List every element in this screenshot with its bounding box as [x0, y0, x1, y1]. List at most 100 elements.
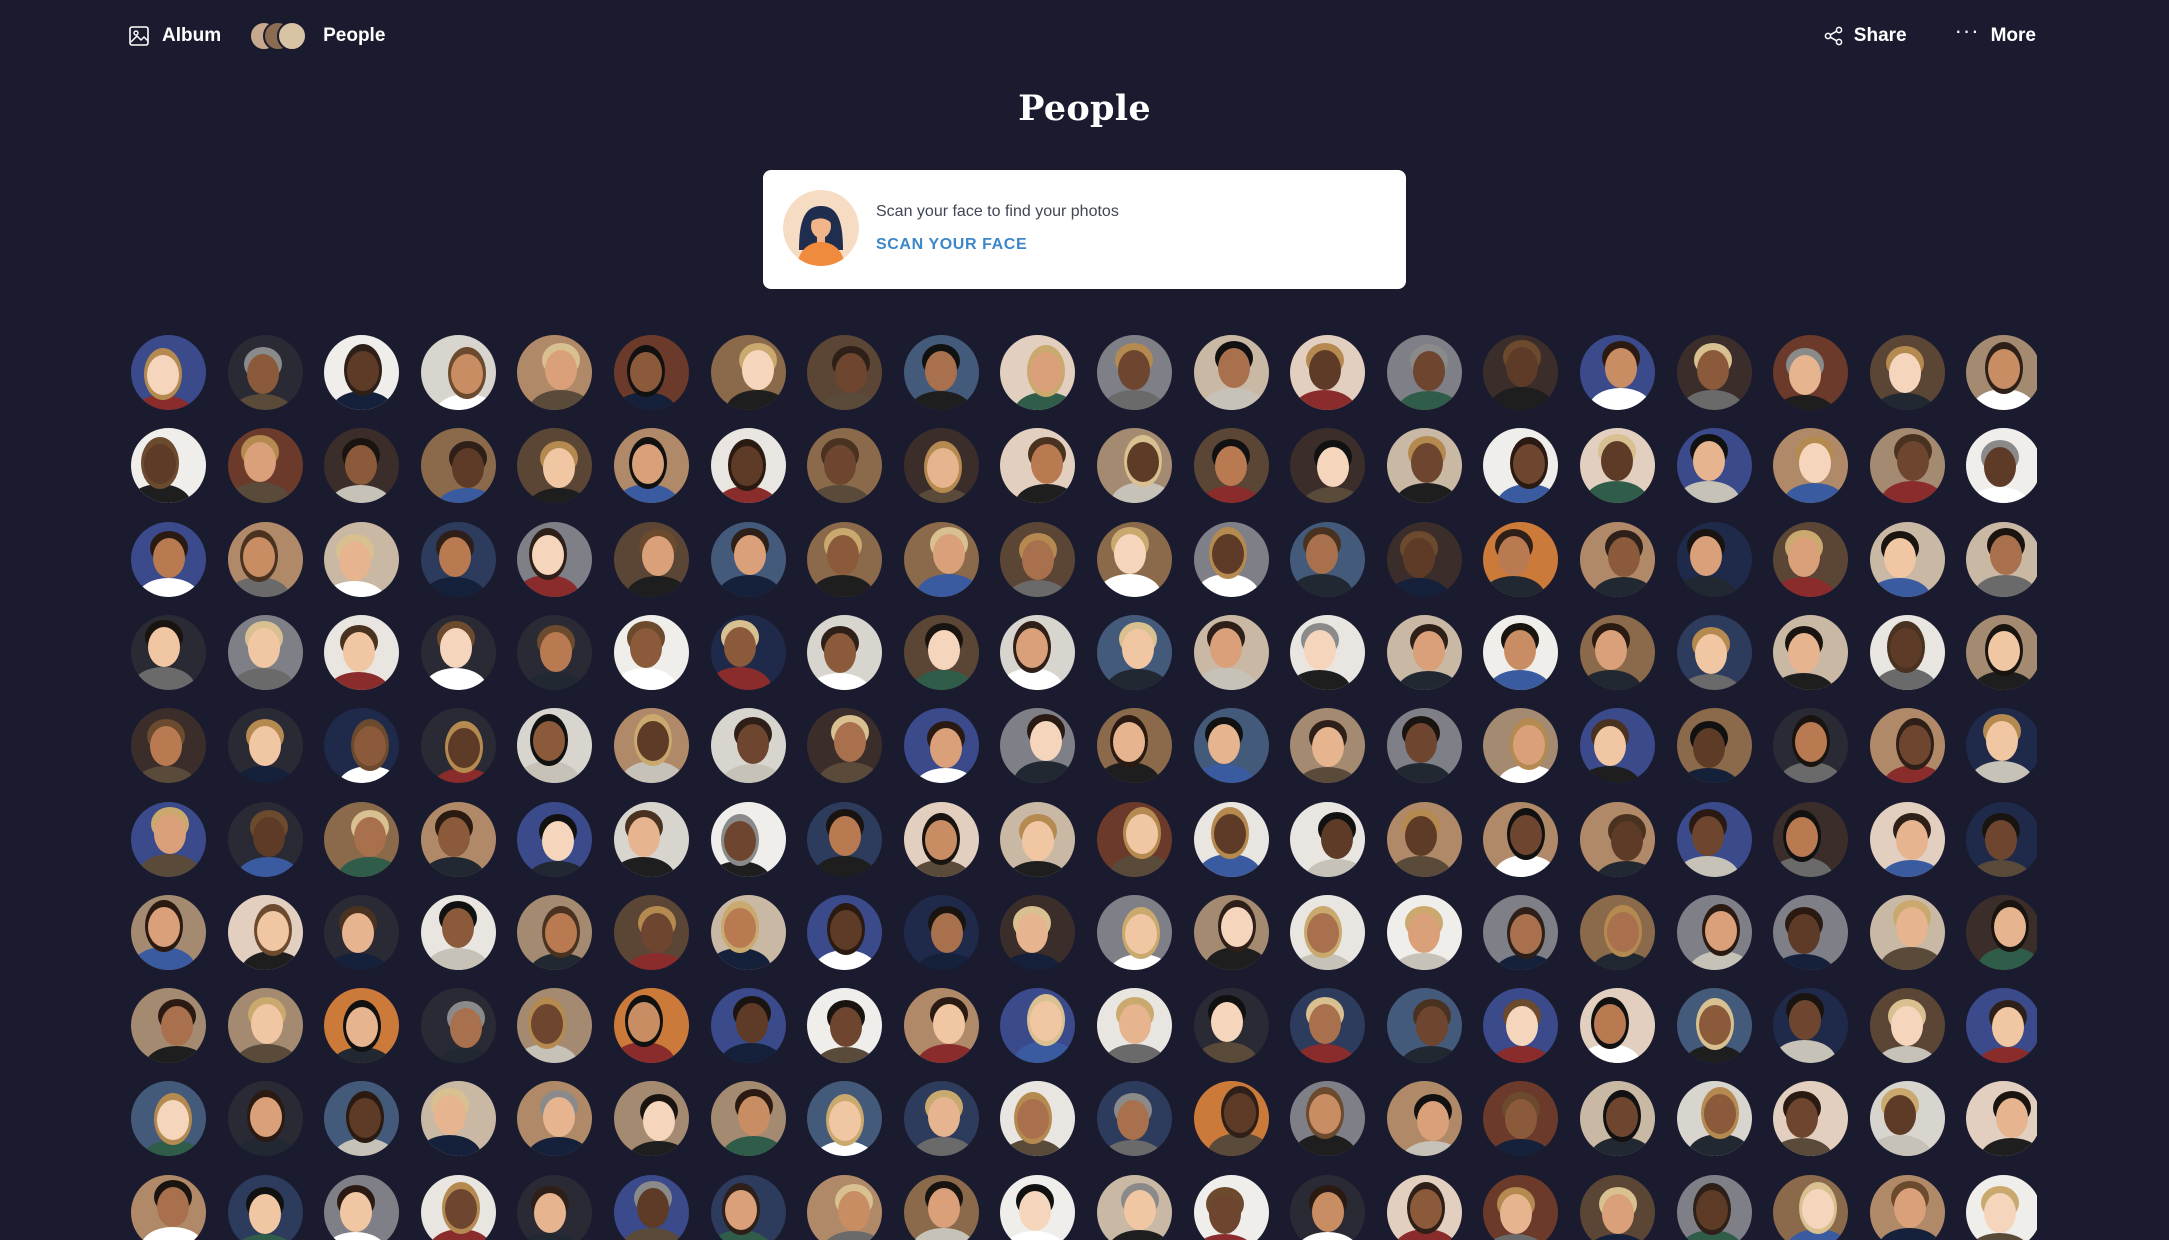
person-face-thumbnail[interactable]: [1483, 428, 1559, 504]
person-face-thumbnail[interactable]: [1483, 801, 1559, 877]
person-face-thumbnail[interactable]: [1676, 988, 1752, 1064]
person-face-thumbnail[interactable]: [1193, 988, 1269, 1064]
person-face-thumbnail[interactable]: [710, 614, 786, 690]
person-face-thumbnail[interactable]: [1386, 708, 1462, 784]
person-face-thumbnail[interactable]: [227, 614, 303, 690]
scan-face-button[interactable]: SCAN YOUR FACE: [876, 236, 1027, 254]
person-face-thumbnail[interactable]: [1097, 428, 1172, 504]
person-face-thumbnail[interactable]: [903, 614, 979, 690]
person-face-thumbnail[interactable]: [131, 521, 206, 597]
person-face-thumbnail[interactable]: [903, 335, 979, 410]
person-face-thumbnail[interactable]: [1290, 335, 1366, 410]
person-face-thumbnail[interactable]: [227, 708, 303, 784]
person-face-thumbnail[interactable]: [1386, 894, 1462, 970]
person-face-thumbnail[interactable]: [807, 521, 883, 597]
person-face-thumbnail[interactable]: [1000, 801, 1076, 877]
person-face-thumbnail[interactable]: [1000, 708, 1076, 784]
person-face-thumbnail[interactable]: [420, 801, 496, 877]
person-face-thumbnail[interactable]: [1869, 894, 1945, 970]
person-face-thumbnail[interactable]: [420, 335, 496, 410]
person-face-thumbnail[interactable]: [1580, 428, 1655, 504]
person-face-thumbnail[interactable]: [227, 988, 303, 1064]
person-face-thumbnail[interactable]: [1773, 428, 1849, 504]
person-face-thumbnail[interactable]: [1000, 894, 1076, 970]
person-face-thumbnail[interactable]: [1386, 335, 1462, 410]
person-face-thumbnail[interactable]: [1966, 708, 2037, 784]
person-face-thumbnail[interactable]: [1193, 708, 1269, 784]
person-face-thumbnail[interactable]: [1676, 428, 1752, 504]
person-face-thumbnail[interactable]: [1386, 521, 1462, 597]
person-face-thumbnail[interactable]: [1193, 801, 1269, 877]
person-face-thumbnail[interactable]: [517, 614, 593, 690]
person-face-thumbnail[interactable]: [1000, 1081, 1076, 1157]
person-face-thumbnail[interactable]: [1580, 614, 1655, 690]
person-face-thumbnail[interactable]: [517, 521, 593, 597]
person-face-thumbnail[interactable]: [903, 428, 979, 504]
person-face-thumbnail[interactable]: [807, 614, 883, 690]
person-face-thumbnail[interactable]: [903, 521, 979, 597]
person-face-thumbnail[interactable]: [131, 1174, 206, 1240]
person-face-thumbnail[interactable]: [227, 894, 303, 970]
person-face-thumbnail[interactable]: [1580, 894, 1655, 970]
person-face-thumbnail[interactable]: [807, 708, 883, 784]
person-face-thumbnail[interactable]: [1483, 335, 1559, 410]
person-face-thumbnail[interactable]: [1000, 614, 1076, 690]
person-face-thumbnail[interactable]: [517, 988, 593, 1064]
person-face-thumbnail[interactable]: [131, 1081, 206, 1157]
person-face-thumbnail[interactable]: [807, 988, 883, 1064]
person-face-thumbnail[interactable]: [1000, 428, 1076, 504]
person-face-thumbnail[interactable]: [1193, 428, 1269, 504]
person-face-thumbnail[interactable]: [1773, 894, 1849, 970]
person-face-thumbnail[interactable]: [1676, 708, 1752, 784]
person-face-thumbnail[interactable]: [1869, 614, 1945, 690]
person-face-thumbnail[interactable]: [131, 801, 206, 877]
person-face-thumbnail[interactable]: [1773, 988, 1849, 1064]
person-face-thumbnail[interactable]: [1290, 521, 1366, 597]
person-face-thumbnail[interactable]: [1290, 428, 1366, 504]
person-face-thumbnail[interactable]: [710, 1174, 786, 1240]
person-face-thumbnail[interactable]: [324, 614, 400, 690]
person-face-thumbnail[interactable]: [1966, 1174, 2037, 1240]
person-face-thumbnail[interactable]: [1676, 801, 1752, 877]
person-face-thumbnail[interactable]: [1386, 614, 1462, 690]
person-face-thumbnail[interactable]: [807, 335, 883, 410]
person-face-thumbnail[interactable]: [1773, 1081, 1849, 1157]
person-face-thumbnail[interactable]: [517, 1081, 593, 1157]
person-face-thumbnail[interactable]: [1097, 614, 1172, 690]
person-face-thumbnail[interactable]: [1966, 801, 2037, 877]
person-face-thumbnail[interactable]: [1773, 1174, 1849, 1240]
person-face-thumbnail[interactable]: [1676, 614, 1752, 690]
person-face-thumbnail[interactable]: [1000, 335, 1076, 410]
person-face-thumbnail[interactable]: [614, 521, 689, 597]
person-face-thumbnail[interactable]: [1483, 988, 1559, 1064]
person-face-thumbnail[interactable]: [517, 428, 593, 504]
person-face-thumbnail[interactable]: [1290, 988, 1366, 1064]
person-face-thumbnail[interactable]: [1290, 1174, 1366, 1240]
person-face-thumbnail[interactable]: [131, 428, 206, 504]
person-face-thumbnail[interactable]: [1097, 521, 1172, 597]
person-face-thumbnail[interactable]: [1580, 988, 1655, 1064]
person-face-thumbnail[interactable]: [1773, 335, 1849, 410]
person-face-thumbnail[interactable]: [1966, 335, 2037, 410]
person-face-thumbnail[interactable]: [1193, 614, 1269, 690]
person-face-thumbnail[interactable]: [1193, 1081, 1269, 1157]
person-face-thumbnail[interactable]: [614, 1081, 689, 1157]
person-face-thumbnail[interactable]: [710, 428, 786, 504]
person-face-thumbnail[interactable]: [710, 1081, 786, 1157]
person-face-thumbnail[interactable]: [517, 801, 593, 877]
person-face-thumbnail[interactable]: [1966, 428, 2037, 504]
person-face-thumbnail[interactable]: [614, 428, 689, 504]
person-face-thumbnail[interactable]: [1966, 1081, 2037, 1157]
person-face-thumbnail[interactable]: [324, 521, 400, 597]
person-face-thumbnail[interactable]: [903, 708, 979, 784]
person-face-thumbnail[interactable]: [420, 708, 496, 784]
person-face-thumbnail[interactable]: [227, 521, 303, 597]
person-face-thumbnail[interactable]: [1869, 1174, 1945, 1240]
person-face-thumbnail[interactable]: [1000, 988, 1076, 1064]
person-face-thumbnail[interactable]: [1966, 988, 2037, 1064]
person-face-thumbnail[interactable]: [1966, 521, 2037, 597]
album-nav-link[interactable]: Album: [128, 25, 221, 47]
person-face-thumbnail[interactable]: [1773, 801, 1849, 877]
person-face-thumbnail[interactable]: [1386, 428, 1462, 504]
person-face-thumbnail[interactable]: [1193, 521, 1269, 597]
